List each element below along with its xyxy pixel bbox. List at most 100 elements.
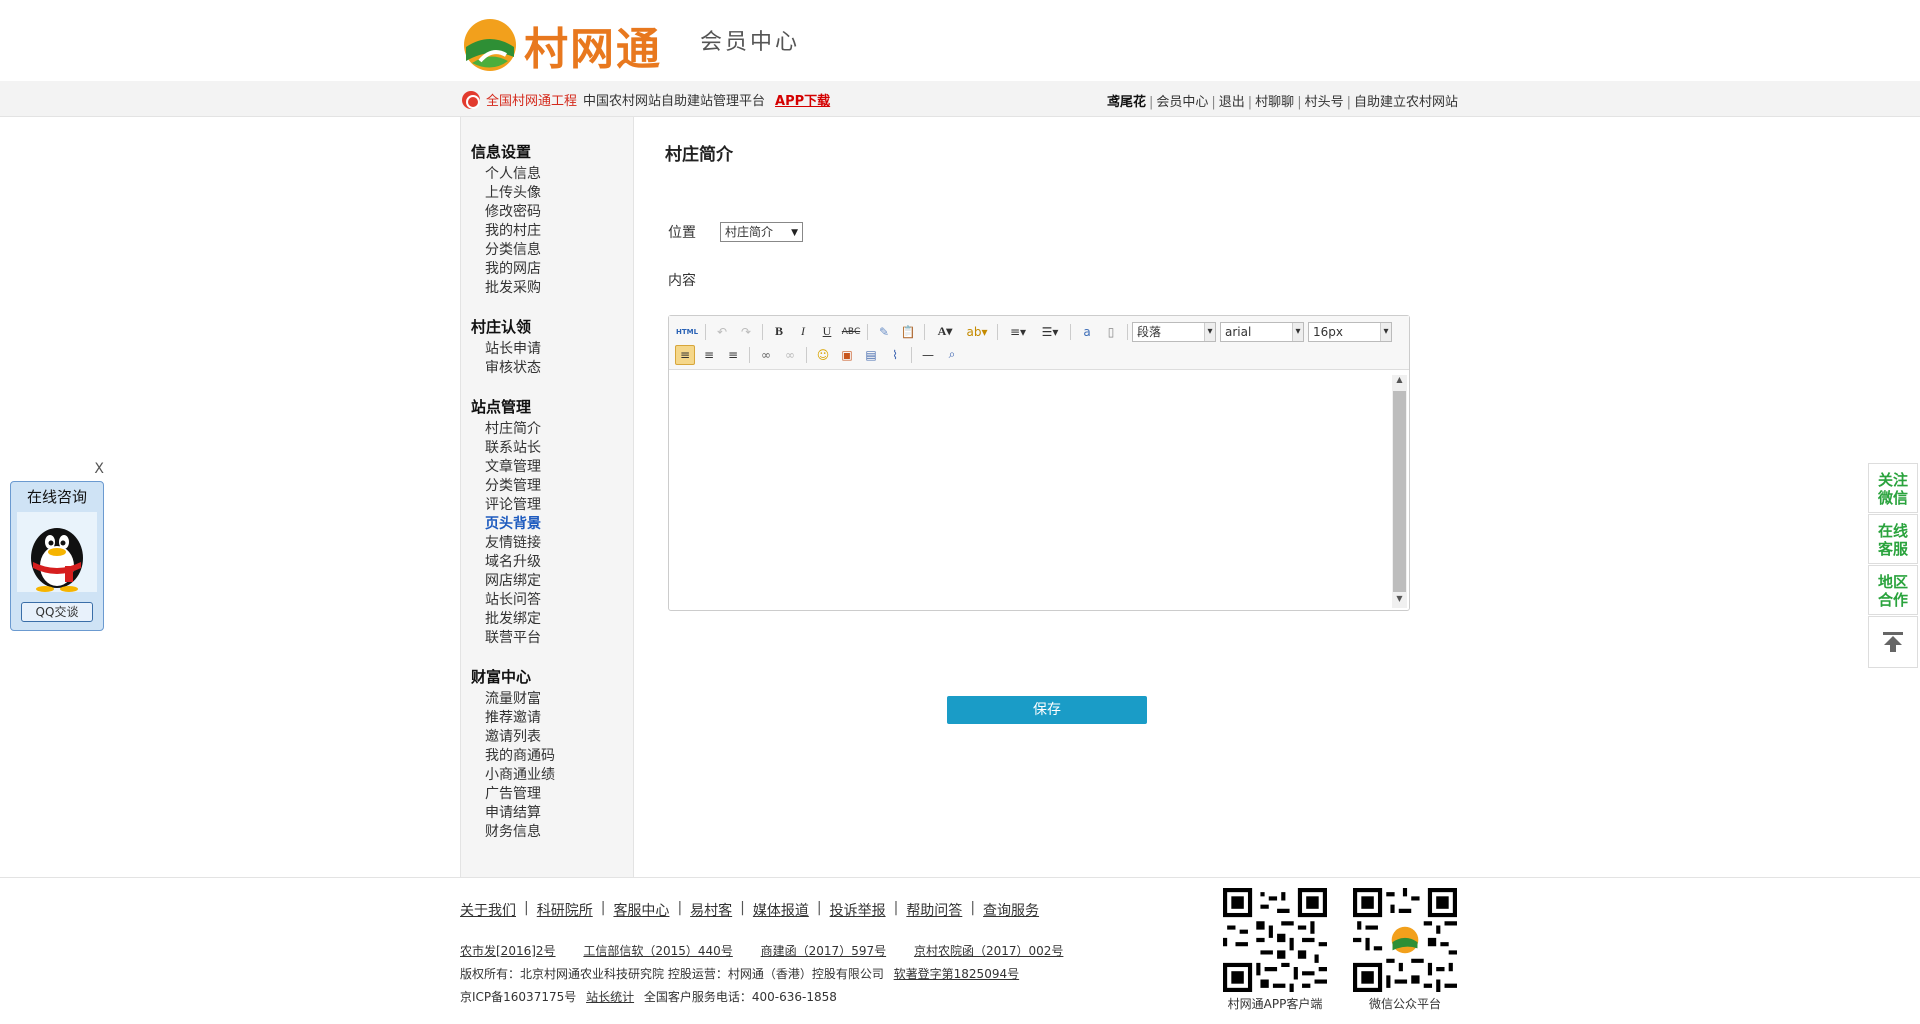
qr-wechat-label: 微信公众平台: [1368, 997, 1441, 1011]
sidebar-item-qa[interactable]: 站长问答: [461, 591, 633, 610]
sidebar-item-performance[interactable]: 小商通业绩: [461, 766, 633, 785]
close-icon[interactable]: X: [94, 461, 104, 477]
unlink-icon[interactable]: ∞: [780, 345, 800, 365]
sidebar-item-review-status[interactable]: 审核状态: [461, 359, 633, 378]
nav-cunliaoliao[interactable]: 村聊聊: [1255, 95, 1294, 110]
sidebar-item-profile[interactable]: 个人信息: [461, 165, 633, 184]
stats-link[interactable]: 站长统计: [586, 990, 634, 1004]
footer-link-service[interactable]: 客服中心: [613, 900, 669, 920]
copyright-link[interactable]: 软著登字第1825094号: [894, 967, 1019, 981]
sidebar-item-invite-list[interactable]: 邀请列表: [461, 728, 633, 747]
sidebar-item-finance[interactable]: 财务信息: [461, 823, 633, 842]
strikethrough-icon[interactable]: ABC: [841, 322, 861, 342]
unordered-list-icon[interactable]: ☰▾: [1036, 322, 1064, 342]
align-right-icon[interactable]: ≡: [723, 345, 743, 365]
html-source-icon[interactable]: HTML: [675, 322, 699, 342]
qq-chat-button[interactable]: QQ交谈: [21, 602, 93, 622]
footer-link-help[interactable]: 帮助问答: [906, 900, 962, 920]
eraser-icon[interactable]: ✎: [874, 322, 894, 342]
sidebar-item-traffic-wealth[interactable]: 流量财富: [461, 690, 633, 709]
bold-icon[interactable]: B: [769, 322, 789, 342]
editor-textarea[interactable]: ▲ ▼: [669, 371, 1409, 610]
follow-wechat-button[interactable]: 关注 微信: [1868, 463, 1918, 513]
font-color-icon[interactable]: A▾: [931, 322, 959, 342]
italic-icon[interactable]: I: [793, 322, 813, 342]
sidebar-item-my-shop[interactable]: 我的网店: [461, 260, 633, 279]
horizontal-rule-icon[interactable]: —: [918, 345, 938, 365]
page-icon[interactable]: ▯: [1101, 322, 1121, 342]
sidebar-item-my-code[interactable]: 我的商通码: [461, 747, 633, 766]
sidebar-item-settlement[interactable]: 申请结算: [461, 804, 633, 823]
sidebar-item-friend-links[interactable]: 友情链接: [461, 534, 633, 553]
sidebar-item-classified[interactable]: 分类信息: [461, 241, 633, 260]
align-left-icon[interactable]: ≡: [675, 344, 695, 365]
anchor-icon[interactable]: a: [1077, 322, 1097, 342]
sidebar-item-articles[interactable]: 文章管理: [461, 458, 633, 477]
icp-text[interactable]: 京ICP备16037175号: [460, 990, 576, 1004]
paste-text-icon[interactable]: 📋: [898, 322, 918, 342]
nav-cuntouhao[interactable]: 村头号: [1305, 95, 1344, 110]
footer-link-media[interactable]: 媒体报道: [753, 900, 809, 920]
link-icon[interactable]: ∞: [756, 345, 776, 365]
highlight-color-icon[interactable]: ab▾: [963, 322, 991, 342]
sidebar-item-upload-avatar[interactable]: 上传头像: [461, 184, 633, 203]
nav-build-site[interactable]: 自助建立农村网站: [1354, 95, 1458, 110]
preview-icon[interactable]: ⌕: [942, 345, 962, 365]
media-icon[interactable]: ▤: [861, 345, 881, 365]
sidebar-item-shop-bind[interactable]: 网店绑定: [461, 572, 633, 591]
sidebar-item-wholesale[interactable]: 批发采购: [461, 279, 633, 298]
emoticon-icon[interactable]: ☺: [813, 345, 833, 365]
position-select[interactable]: 村庄简介: [720, 222, 803, 242]
qq-consult-float: X 在线咨询 QQ交谈: [10, 461, 104, 631]
paragraph-format-select[interactable]: 段落: [1132, 321, 1216, 342]
sidebar-item-village-intro[interactable]: 村庄简介: [461, 420, 633, 439]
region-cooperation-button[interactable]: 地区 合作: [1868, 565, 1918, 615]
app-download-link[interactable]: APP下载: [775, 90, 830, 109]
footer-link-complaint[interactable]: 投诉举报: [830, 900, 886, 920]
ordered-list-icon[interactable]: ≡▾: [1004, 322, 1032, 342]
align-center-icon[interactable]: ≡: [699, 345, 719, 365]
save-button[interactable]: 保存: [947, 696, 1147, 724]
back-to-top-button[interactable]: [1868, 616, 1918, 668]
nav-member-center[interactable]: 会员中心: [1156, 95, 1208, 110]
topbar-left: 全国村网通工程 中国农村网站自助建站管理平台 APP下载: [462, 90, 830, 109]
sidebar-item-categories[interactable]: 分类管理: [461, 477, 633, 496]
sidebar-item-change-password[interactable]: 修改密码: [461, 203, 633, 222]
online-service-button[interactable]: 在线 客服: [1868, 514, 1918, 564]
footer-link-about[interactable]: 关于我们: [460, 900, 516, 920]
scrollbar-thumb[interactable]: [1393, 391, 1406, 592]
sidebar-item-domain-upgrade[interactable]: 域名升级: [461, 553, 633, 572]
license-link[interactable]: 商建函（2017）597号: [761, 944, 886, 958]
platform-slogan: 中国农村网站自助建站管理平台: [583, 94, 766, 109]
sidebar-item-apply[interactable]: 站长申请: [461, 340, 633, 359]
attachment-icon[interactable]: ⌇: [885, 345, 905, 365]
sidebar-item-invite[interactable]: 推荐邀请: [461, 709, 633, 728]
org-link[interactable]: 全国村网通工程: [486, 90, 577, 109]
sidebar-item-comments[interactable]: 评论管理: [461, 496, 633, 515]
sidebar-item-ads[interactable]: 广告管理: [461, 785, 633, 804]
sidebar-item-header-bg[interactable]: 页头背景: [461, 515, 633, 534]
arrow-up-icon: [1883, 632, 1903, 652]
sidebar-item-my-village[interactable]: 我的村庄: [461, 222, 633, 241]
site-logo[interactable]: 村网通: [462, 13, 662, 77]
username-link[interactable]: 鸢尾花: [1107, 95, 1146, 110]
image-icon[interactable]: ▣: [837, 345, 857, 365]
scroll-up-icon[interactable]: ▲: [1392, 375, 1407, 389]
license-link[interactable]: 工信部信软（2015）440号: [583, 944, 732, 958]
undo-icon[interactable]: ↶: [712, 322, 732, 342]
footer-link-query[interactable]: 查询服务: [983, 900, 1039, 920]
sidebar-item-wholesale-bind[interactable]: 批发绑定: [461, 610, 633, 629]
sidebar-item-platform[interactable]: 联营平台: [461, 629, 633, 648]
underline-icon[interactable]: U: [817, 322, 837, 342]
footer-link-research[interactable]: 科研院所: [537, 900, 593, 920]
scroll-down-icon[interactable]: ▼: [1392, 594, 1407, 608]
license-link[interactable]: 农市发[2016]2号: [460, 944, 556, 958]
editor-scrollbar[interactable]: ▲ ▼: [1392, 375, 1407, 608]
nav-logout[interactable]: 退出: [1219, 95, 1245, 110]
sidebar-item-contact[interactable]: 联系站长: [461, 439, 633, 458]
license-link[interactable]: 京村农院函（2017）002号: [914, 944, 1063, 958]
font-family-select[interactable]: arial: [1220, 321, 1304, 342]
footer-link-yicunke[interactable]: 易村客: [690, 900, 732, 920]
font-size-select[interactable]: 16px: [1308, 321, 1392, 342]
redo-icon[interactable]: ↷: [736, 322, 756, 342]
